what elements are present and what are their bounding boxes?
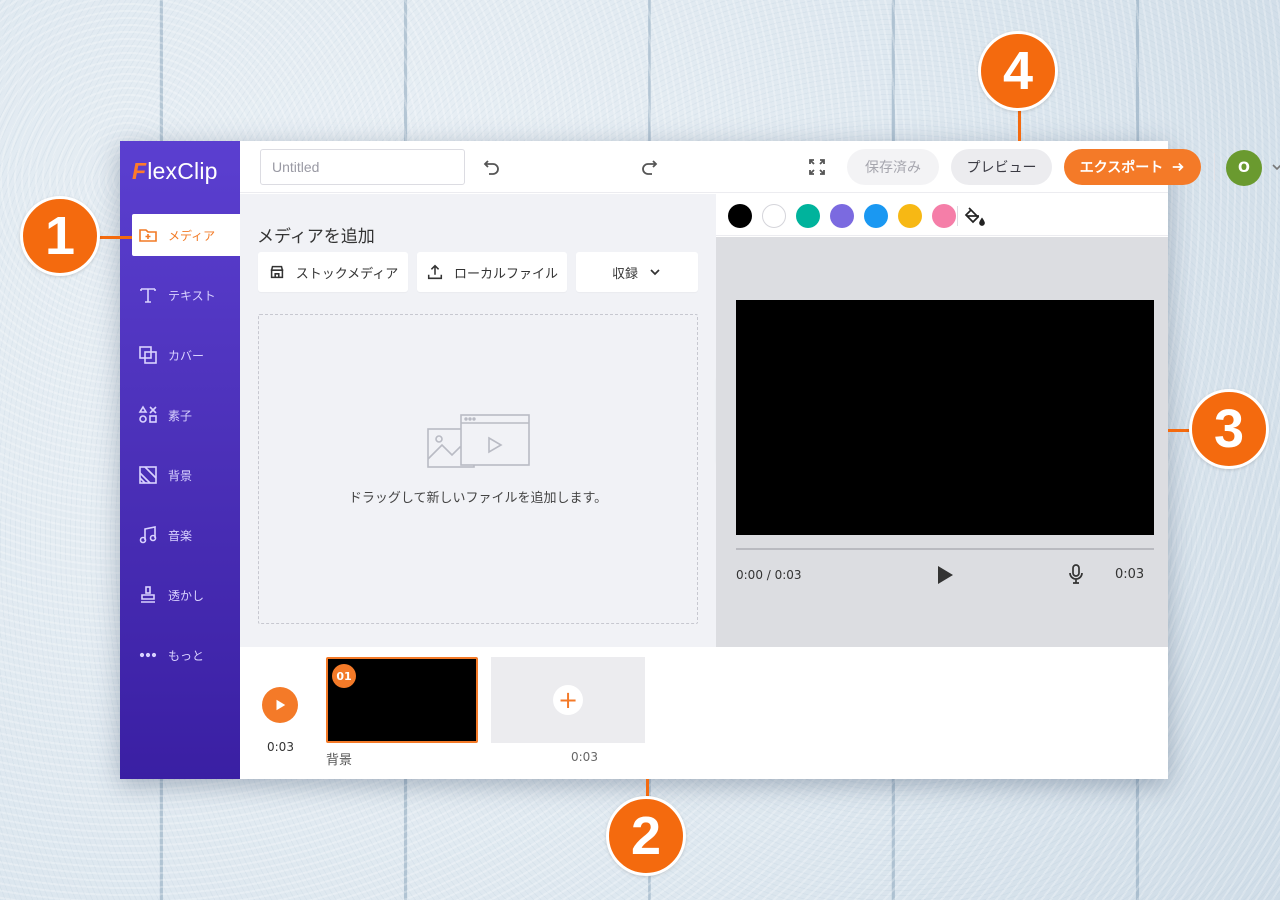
export-button[interactable]: エクスポート xyxy=(1064,149,1201,185)
play-button[interactable] xyxy=(932,563,956,587)
sidebar-item-overlay[interactable]: カバー xyxy=(132,334,240,376)
sidebar-item-label: テキスト xyxy=(168,288,216,303)
sidebar-item-background[interactable]: 背景 xyxy=(132,454,240,496)
plus-icon: + xyxy=(553,685,583,715)
preview-button[interactable]: プレビュー xyxy=(951,149,1052,185)
microphone-icon[interactable] xyxy=(1066,563,1086,585)
timeline-clip[interactable]: 01 xyxy=(326,657,478,743)
sidebar-item-watermark[interactable]: 透かし xyxy=(132,574,240,616)
sidebar-item-label: メディア xyxy=(168,228,216,243)
sidebar-item-text[interactable]: テキスト xyxy=(132,274,240,316)
store-icon xyxy=(270,265,284,279)
sidebar-item-label: 透かし xyxy=(168,588,205,603)
export-label: エクスポート xyxy=(1079,160,1164,176)
timeline: 0:03 01 背景 0:03 + xyxy=(240,647,1168,779)
clip-duration: 0:03 xyxy=(571,750,598,764)
background-color-bar xyxy=(716,194,1168,236)
callout-4-line xyxy=(1018,110,1021,141)
sidebar: FlexClip メディア テキスト カバー 素子 背景 音楽 透かし もっと xyxy=(120,141,240,779)
more-icon xyxy=(139,652,157,658)
redo-button[interactable] xyxy=(637,155,661,179)
color-swatch-teal[interactable] xyxy=(796,204,820,228)
media-panel-title: メディアを追加 xyxy=(257,227,375,247)
clip-label: 背景 xyxy=(326,753,353,768)
chevron-down-icon xyxy=(650,269,660,276)
sidebar-item-label: カバー xyxy=(168,348,205,363)
media-panel: メディアを追加 ストックメディア ローカルファイル 収録 ドラッグして新しいファ… xyxy=(240,194,716,647)
fullscreen-button[interactable] xyxy=(805,155,829,179)
color-swatch-black[interactable] xyxy=(728,204,752,228)
color-swatch-white[interactable] xyxy=(762,204,786,228)
undo-button[interactable] xyxy=(480,155,504,179)
callout-1-line xyxy=(96,236,132,239)
sidebar-item-media[interactable]: メディア xyxy=(132,214,240,256)
media-placeholder-icon xyxy=(427,414,530,468)
overlay-icon xyxy=(139,346,157,364)
redo-icon xyxy=(642,160,658,175)
video-preview-area: 0:00 / 0:03 0:03 xyxy=(716,237,1168,647)
dropzone-hint: ドラッグして新しいファイルを追加します。 xyxy=(348,491,608,506)
media-folder-icon xyxy=(139,229,157,242)
sidebar-item-label: 音楽 xyxy=(168,528,193,543)
sidebar-item-label: 素子 xyxy=(168,408,193,423)
sidebar-item-label: 背景 xyxy=(168,468,193,483)
elements-icon xyxy=(138,405,157,423)
fullscreen-icon xyxy=(809,159,825,175)
color-swatch-pink[interactable] xyxy=(932,204,956,228)
undo-icon xyxy=(483,160,499,175)
color-swatch-blue[interactable] xyxy=(864,204,888,228)
flexclip-logo: FlexClip xyxy=(132,157,218,185)
sidebar-item-elements[interactable]: 素子 xyxy=(132,394,240,436)
flexclip-editor-window: FlexClip メディア テキスト カバー 素子 背景 音楽 透かし もっと … xyxy=(120,141,1280,779)
toolbar-divider xyxy=(1214,153,1215,181)
timeline-play-button[interactable] xyxy=(262,687,298,723)
watermark-icon xyxy=(141,586,155,603)
callout-1: 1 xyxy=(20,196,100,276)
background-icon xyxy=(139,466,157,484)
upload-icon xyxy=(427,264,443,280)
callout-2: 2 xyxy=(606,796,686,876)
chevron-down-icon[interactable] xyxy=(1270,160,1280,174)
music-icon xyxy=(139,526,157,544)
sidebar-item-more[interactable]: もっと xyxy=(132,634,240,676)
saved-status-button[interactable]: 保存済み xyxy=(847,149,939,185)
sidebar-item-music[interactable]: 音楽 xyxy=(132,514,240,556)
playback-progress-bar[interactable] xyxy=(736,548,1154,550)
clip-number-badge: 01 xyxy=(332,664,356,688)
callout-3: 3 xyxy=(1189,389,1269,469)
logo-letter: F xyxy=(132,157,147,184)
user-avatar[interactable]: O xyxy=(1226,150,1262,186)
text-icon xyxy=(140,288,156,303)
callout-4: 4 xyxy=(978,31,1058,111)
arrow-right-icon xyxy=(1173,162,1184,172)
local-file-label: ローカルファイル xyxy=(453,266,558,282)
media-dropzone[interactable]: ドラッグして新しいファイルを追加します。 xyxy=(258,314,698,624)
duration-label: 0:03 xyxy=(1115,567,1145,582)
local-file-button[interactable]: ローカルファイル xyxy=(417,252,567,292)
stock-media-button[interactable]: ストックメディア xyxy=(258,252,408,292)
playback-time: 0:00 / 0:03 xyxy=(736,568,802,582)
record-label: 収録 xyxy=(611,266,638,282)
paint-bucket-icon[interactable] xyxy=(964,205,986,227)
color-bar-divider xyxy=(957,206,958,226)
color-swatch-purple[interactable] xyxy=(830,204,854,228)
record-dropdown-button[interactable]: 収録 xyxy=(576,252,698,292)
color-swatch-yellow[interactable] xyxy=(898,204,922,228)
video-canvas[interactable] xyxy=(736,300,1154,535)
stock-media-label: ストックメディア xyxy=(295,266,399,282)
top-toolbar: 保存済み プレビュー エクスポート O xyxy=(240,141,1280,193)
add-scene-button[interactable]: + xyxy=(491,657,645,743)
project-title-input[interactable] xyxy=(260,149,465,185)
logo-text: lexClip xyxy=(147,157,218,184)
timeline-total-time: 0:03 xyxy=(267,740,294,754)
sidebar-item-label: もっと xyxy=(168,648,205,663)
play-icon xyxy=(276,699,286,711)
